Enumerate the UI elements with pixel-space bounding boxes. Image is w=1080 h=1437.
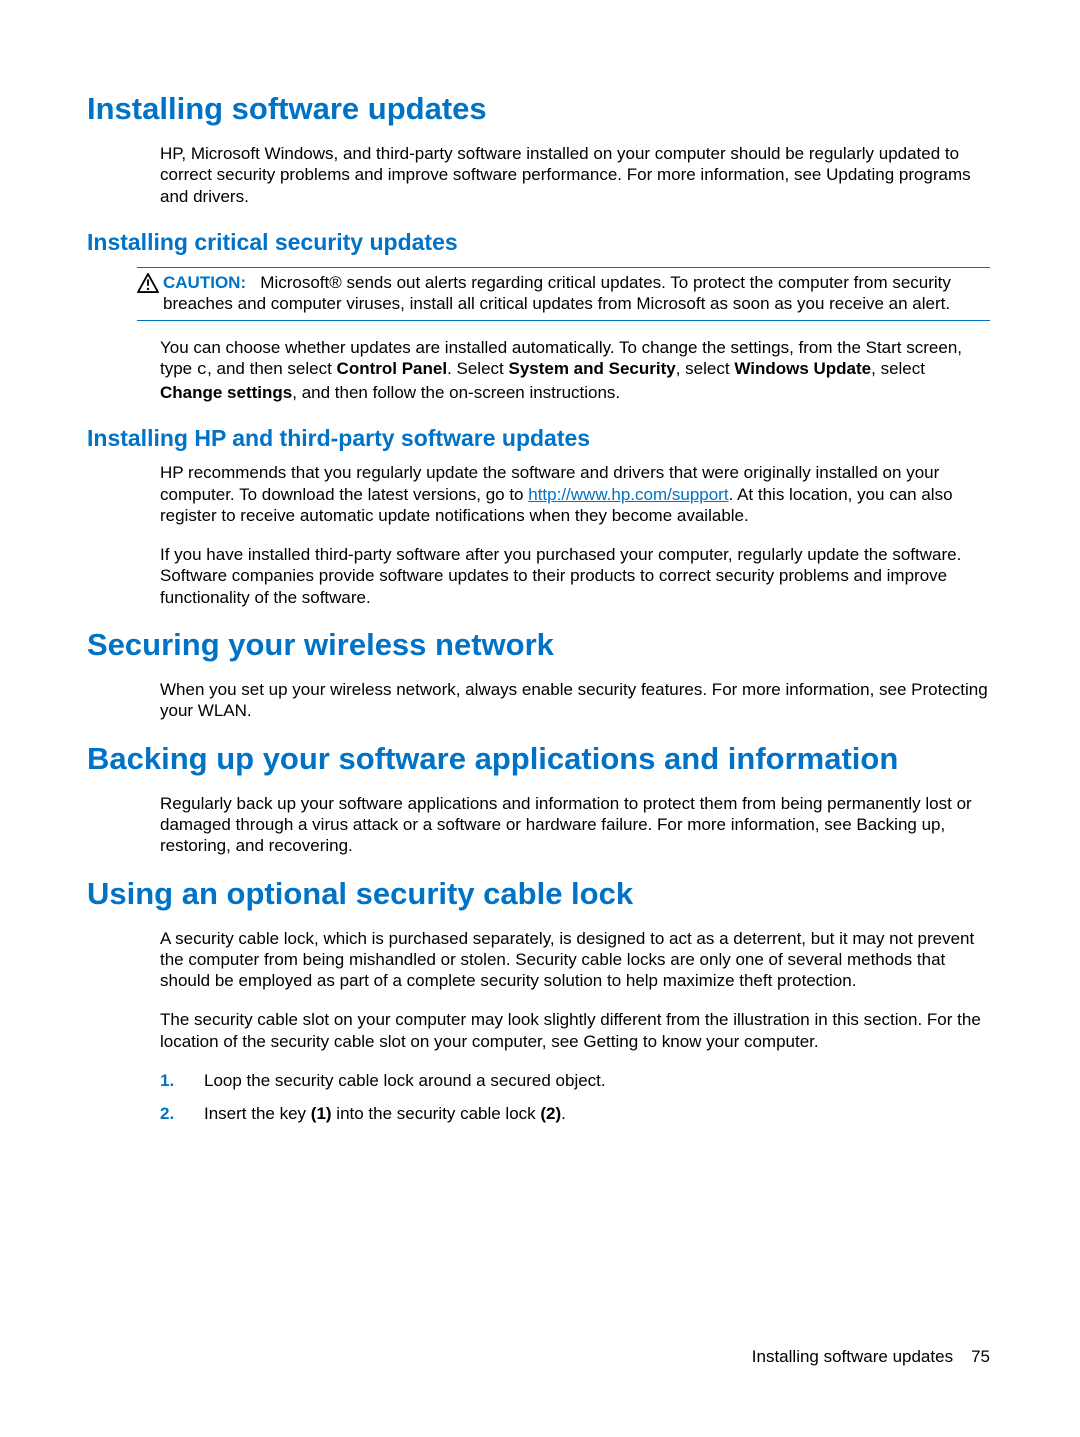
caution-icon [137,273,159,293]
text: . [814,1032,819,1051]
text: , and then select [207,359,336,378]
cross-reference: Getting to know your computer [583,1032,814,1051]
text: When you set up your wireless network, a… [160,680,911,699]
paragraph: HP recommends that you regularly update … [160,462,990,526]
caution-text: CAUTION: Microsoft® sends out alerts reg… [163,272,990,315]
text: Microsoft® sends out alerts regarding cr… [163,273,951,313]
ui-term: Change settings [160,383,292,402]
paragraph: HP, Microsoft Windows, and third-party s… [160,143,990,207]
footer-text: Installing software updates [752,1347,953,1366]
keyboard-key: c [197,361,207,380]
step-item: Loop the security cable lock around a se… [160,1070,990,1091]
paragraph: You can choose whether updates are insta… [160,337,990,403]
paragraph: If you have installed third-party softwa… [160,544,990,608]
text: , select [871,359,925,378]
text: Loop the security cable lock around a se… [204,1071,606,1090]
text: , select [676,359,735,378]
body-critical: CAUTION: Microsoft® sends out alerts reg… [137,267,990,322]
paragraph: The security cable slot on your computer… [160,1009,990,1052]
paragraph: Regularly back up your software applicat… [160,793,990,857]
text: . [247,701,252,720]
caution-label: CAUTION: [163,273,246,292]
text: Insert the key [204,1104,311,1123]
ui-term: Windows Update [734,359,871,378]
ui-term: System and Security [508,359,675,378]
page-number: 75 [971,1347,990,1366]
body-critical-para: You can choose whether updates are insta… [160,337,990,403]
text: The security cable slot on your computer… [160,1010,981,1050]
steps-list: Loop the security cable lock around a se… [160,1070,990,1125]
paragraph: When you set up your wireless network, a… [160,679,990,722]
heading-hp-third-party-updates: Installing HP and third-party software u… [87,425,990,453]
support-link[interactable]: http://www.hp.com/support [528,485,728,504]
body-wireless: When you set up your wireless network, a… [160,679,990,722]
body-cable-lock: A security cable lock, which is purchase… [160,928,990,1125]
text: into the security cable lock [332,1104,541,1123]
text: Regularly back up your software applicat… [160,794,972,834]
callout-number: (1) [311,1104,332,1123]
paragraph: A security cable lock, which is purchase… [160,928,990,992]
heading-cable-lock: Using an optional security cable lock [87,875,990,912]
ui-term: Control Panel [337,359,448,378]
heading-securing-wireless: Securing your wireless network [87,626,990,663]
step-item: Insert the key (1) into the security cab… [160,1103,990,1124]
body-installing-updates: HP, Microsoft Windows, and third-party s… [160,143,990,207]
text: . [244,187,249,206]
text: . [348,836,353,855]
heading-backing-up: Backing up your software applications an… [87,740,990,777]
callout-number: (2) [540,1104,561,1123]
text: . Select [447,359,508,378]
body-hp-third: HP recommends that you regularly update … [160,462,990,608]
caution-box: CAUTION: Microsoft® sends out alerts reg… [137,267,990,322]
document-page: Installing software updates HP, Microsof… [0,0,1080,1437]
heading-installing-software-updates: Installing software updates [87,90,990,127]
body-backing-up: Regularly back up your software applicat… [160,793,990,857]
text: , and then follow the on-screen instruct… [292,383,620,402]
heading-critical-security-updates: Installing critical security updates [87,229,990,257]
page-footer: Installing software updates 75 [752,1347,990,1367]
text: . [561,1104,566,1123]
